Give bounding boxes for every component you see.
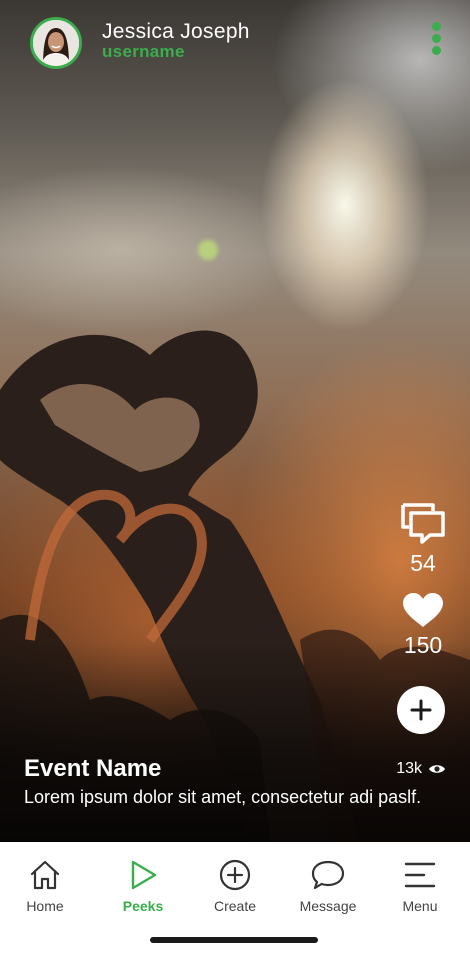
hamburger-icon [404,862,436,888]
comments-icon [401,503,445,544]
likes-count: 150 [403,632,443,658]
nav-item-peeks[interactable]: Peeks [98,858,188,914]
views-count: 13k [396,760,446,778]
user-name[interactable]: Jessica Joseph [102,20,250,44]
nav-item-home[interactable]: Home [0,858,90,914]
plus-circle-icon [219,859,251,891]
plus-icon [410,699,432,721]
nav-item-menu[interactable]: Menu [375,858,465,914]
nav-label-message: Message [299,898,357,914]
more-dot-icon [432,22,441,31]
avatar-photo [33,20,79,66]
event-description: Lorem ipsum dolor sit amet, consectetur … [24,787,422,807]
views-value: 13k [396,760,422,777]
nav-label-home: Home [26,898,64,914]
home-icon [30,860,60,890]
nav-label-menu: Menu [402,898,438,914]
peek-screen: Jessica Joseph username 54 150 Event Nam… [0,0,470,956]
comments-button[interactable] [400,502,446,544]
more-dot-icon [432,46,441,55]
heart-icon [403,593,443,627]
add-button[interactable] [397,686,445,734]
chat-bubble-icon [311,860,345,890]
nav-item-message[interactable]: Message [283,858,373,914]
user-handle[interactable]: username [102,42,185,62]
nav-item-create[interactable]: Create [190,858,280,914]
home-indicator [150,937,318,943]
play-icon [131,860,157,890]
like-button[interactable] [402,592,444,628]
comments-count: 54 [410,550,436,576]
nav-label-create: Create [213,898,257,914]
nav-label-peeks: Peeks [122,898,164,914]
more-dot-icon [432,34,441,43]
user-avatar[interactable] [30,17,82,69]
eye-icon [429,765,445,773]
more-options-button[interactable] [424,20,448,58]
event-name: Event Name [24,755,162,782]
